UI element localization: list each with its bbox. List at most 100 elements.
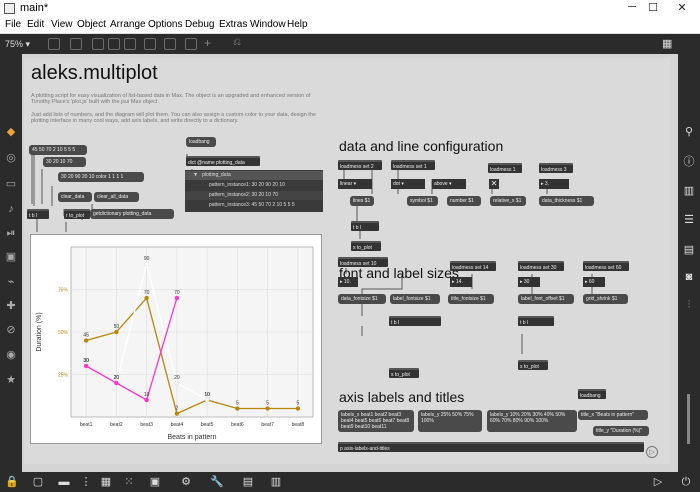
new-object-icon[interactable] [70, 38, 82, 50]
s2-msg-label-font-offset[interactable]: label_font_offset $1 [518, 294, 574, 304]
s2-obj-s-to-plot[interactable]: s to_plot [389, 368, 419, 378]
obj-r-to-plot[interactable]: r to_plot [64, 209, 90, 219]
s1-number-3[interactable]: ▸ 3. [539, 179, 569, 189]
plugin-icon[interactable]: ✚ [5, 300, 17, 312]
add-icon[interactable]: + [204, 36, 216, 50]
list-icon[interactable]: ☰ [683, 214, 695, 226]
calendar-icon[interactable]: ▤ [683, 244, 695, 256]
s3-msg-title-x[interactable]: title_x "Beats in pattern" [578, 410, 648, 420]
gear-icon[interactable]: ⚙ [180, 476, 192, 488]
presentation-icon[interactable] [48, 38, 60, 50]
msg-clear-data[interactable]: clear_data [58, 192, 92, 202]
menu-extras[interactable]: Extras [219, 19, 247, 30]
dial-icon[interactable] [185, 38, 197, 50]
slider-icon[interactable] [164, 38, 176, 50]
star-icon[interactable]: ★ [5, 374, 17, 386]
dict-root-row[interactable]: ▼ plotting_data [185, 171, 323, 180]
maximize-button[interactable]: ☐ [643, 1, 663, 14]
s2-loadmess-60[interactable]: loadmess set 60 [583, 261, 629, 271]
s1-msg-lines[interactable]: lines $1 [350, 196, 374, 206]
msg-loadbang[interactable]: loadbang [186, 137, 216, 147]
device-icon[interactable]: ▣ [149, 476, 161, 488]
new-message-icon[interactable] [92, 38, 104, 50]
obj-t-b-l[interactable]: t b l [27, 209, 49, 219]
s2-msg-grid-shrink[interactable]: grid_shrink $1 [583, 294, 628, 304]
s2-obj-s-to-plot-2[interactable]: s to_plot [518, 360, 548, 370]
wrench-icon[interactable]: 🔧 [210, 476, 224, 488]
lock-icon[interactable]: 🔒 [5, 476, 19, 488]
step-icon[interactable]: ⏯ [5, 227, 17, 239]
s1-msg-relative-x[interactable]: relative_x $1 [490, 196, 526, 206]
s2-loadmess-14[interactable]: loadmess set 14 [450, 261, 496, 271]
s2-loadmess-30[interactable]: loadmess set 30 [518, 261, 564, 271]
s1-menu-above[interactable]: above ▾ [432, 179, 466, 189]
s3-obj-p-axis-labels[interactable]: p axis-labels-and-titles [338, 442, 644, 452]
s1-loadmess-1[interactable]: loadmess set 1 [391, 160, 435, 170]
s2-obj-t-b-l[interactable]: t b l [389, 316, 441, 326]
msg-list-1[interactable]: 45 50 70 2 10 5 5 5 [29, 145, 87, 155]
dict-row-3[interactable]: pattern_instance3: 45 50 70 2 10 5 5 5 [185, 201, 323, 210]
s1-obj-t-b-l[interactable]: t b l [351, 221, 379, 231]
s3-loadbang[interactable]: loadbang [578, 389, 606, 399]
s2-number-10[interactable]: ▸ 10. [338, 277, 358, 287]
s2-msg-label-fontsize[interactable]: label_fontsize $1 [390, 294, 440, 304]
s1-obj-s-to-plot[interactable]: s to_plot [351, 241, 381, 251]
close-button[interactable]: ✕ [672, 1, 692, 14]
menu-window[interactable]: Window [250, 19, 286, 30]
s2-number-60[interactable]: ▸ 60 [583, 277, 605, 287]
s2-msg-title-fontsize[interactable]: title_fontsize $1 [448, 294, 494, 304]
media-icon[interactable]: ▭ [5, 178, 17, 190]
s1-menu-linear[interactable]: linear ▾ [338, 179, 372, 189]
play-icon[interactable]: ▷ [652, 476, 664, 488]
s2-msg-data-fontsize[interactable]: data_fontsize $1 [338, 294, 386, 304]
patcher-canvas[interactable]: aleks.multiplot A plotting script for ea… [22, 54, 678, 472]
grid-icon[interactable]: ▦ [662, 37, 674, 50]
layer-icon[interactable]: ▦ [100, 476, 112, 488]
paperclip-icon[interactable]: ⌁ [5, 276, 17, 288]
toggle-icon[interactable] [108, 38, 120, 50]
s3-msg-labels-y-quarter[interactable]: labels_y 25% 50% 75% 100% [418, 410, 482, 432]
image-icon[interactable]: ▣ [5, 251, 17, 263]
s1-menu-dot[interactable]: dot ▾ [391, 179, 425, 189]
search-icon[interactable]: ⚲ [683, 126, 695, 138]
s1-loadmess-one[interactable]: loadmess 1 [488, 163, 522, 173]
new-file-icon[interactable]: ▢ [32, 476, 44, 488]
dict-row-2[interactable]: pattern_instance2: 30 20 10 70 [185, 191, 323, 200]
lock-tool-icon[interactable]: ⎌ [233, 37, 245, 49]
help-icon[interactable]: ◉ [5, 349, 17, 361]
zoom-menu[interactable]: 75% ▾ [5, 39, 30, 50]
s1-toggle[interactable]: ✕ [489, 179, 499, 189]
s2-number-30[interactable]: ▸ 30 [518, 277, 540, 287]
bang-icon[interactable] [124, 38, 136, 50]
s3-msg-title-y[interactable]: title_y "Duration (%)" [593, 426, 649, 436]
s2-number-14[interactable]: ▸ 14. [450, 277, 472, 287]
package-icon[interactable]: ◆ [5, 126, 17, 138]
s1-msg-data-thickness[interactable]: data_thickness $1 [539, 196, 594, 206]
dict-view[interactable]: ▼ plotting_data pattern_instance1: 30 20… [185, 170, 323, 212]
menu-edit[interactable]: Edit [27, 19, 44, 30]
comment-icon[interactable]: ▬ [58, 476, 70, 488]
menu-options[interactable]: Options [148, 19, 182, 30]
target-icon[interactable]: ◎ [5, 152, 17, 164]
s1-msg-symbol[interactable]: symbol $1 [407, 196, 438, 206]
grid-snap-icon[interactable]: ⋮ [80, 476, 92, 488]
s3-msg-labels-y-tenth[interactable]: labels_y 10% 20% 30% 40% 50% 60% 70% 80%… [487, 410, 577, 432]
number-icon[interactable] [144, 38, 156, 50]
mixer-icon[interactable]: ⫶ [683, 299, 695, 311]
menu-file[interactable]: File [5, 19, 21, 30]
music-note-icon[interactable]: ♪ [5, 203, 17, 215]
msg-list-3-color[interactable]: 30 20 90 20 10 color 1 1 1 1 [58, 172, 144, 182]
book-icon[interactable]: ▥ [683, 185, 695, 197]
menu-help[interactable]: Help [287, 19, 308, 30]
table-icon[interactable]: ▤ [242, 476, 254, 488]
menu-object[interactable]: Object [77, 19, 106, 30]
presentation-play-icon[interactable]: ▷ [646, 446, 658, 458]
s1-loadmess-3[interactable]: loadmess 3 [539, 163, 573, 173]
menu-debug[interactable]: Debug [185, 19, 214, 30]
dict-row-1[interactable]: pattern_instance1: 30 20 90 20 10 [185, 181, 323, 190]
s1-loadmess-2[interactable]: loadmess set 2 [338, 160, 382, 170]
s2-loadmess-10[interactable]: loadmess set 10 [338, 257, 388, 267]
s1-msg-number[interactable]: number $1 [447, 196, 481, 206]
multiplot-jsui[interactable]: 25% 50% 75% beat1 beat2 beat3 beat4 beat5 beat6 b… [30, 234, 322, 444]
msg-clear-all-data[interactable]: clear_all_data [94, 192, 139, 202]
